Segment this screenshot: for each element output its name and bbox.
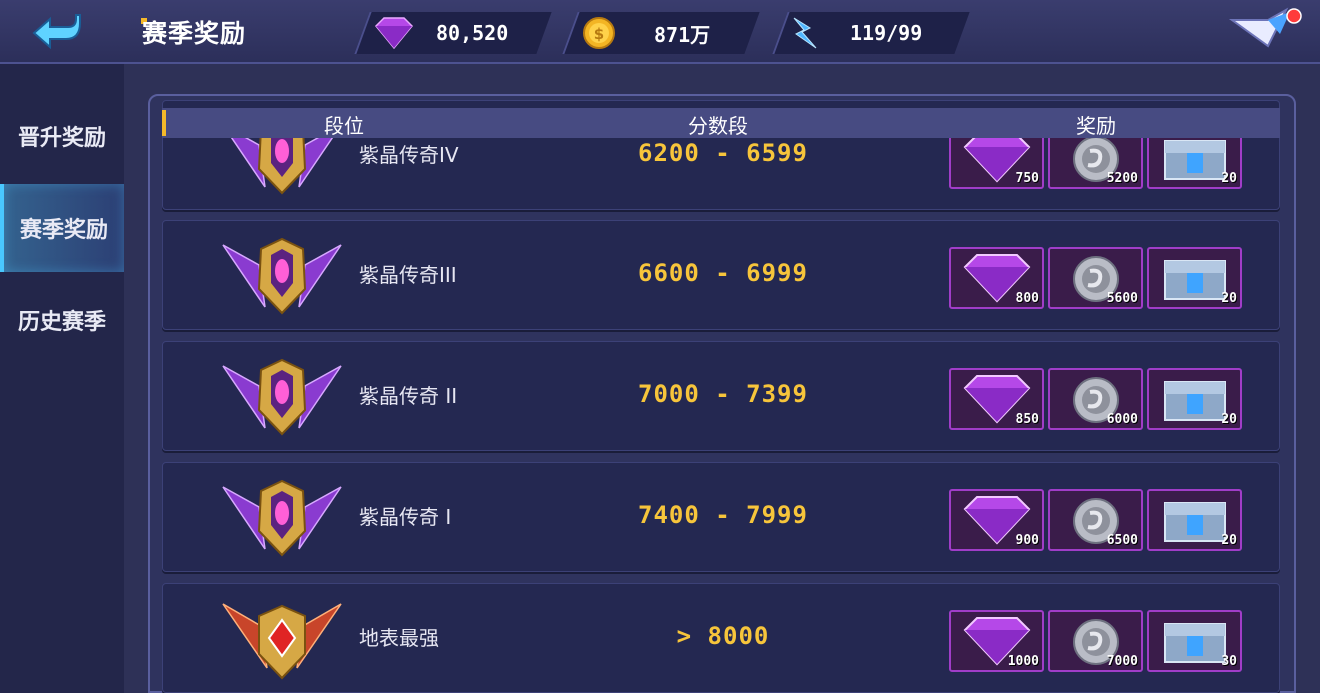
reward-count: 5200 [1106, 171, 1138, 186]
table-header: 段位 分数段 奖励 [162, 108, 1280, 138]
reward-diamond[interactable]: 800 [949, 247, 1044, 309]
column-header-rewards: 奖励 [1076, 114, 1116, 138]
reward-count: 1000 [1007, 654, 1039, 669]
gold-count: 871万 [654, 22, 711, 47]
svg-text:$: $ [594, 25, 604, 43]
sidebar-item-history-seasons[interactable]: 历史赛季 [0, 276, 124, 364]
reward-count: 20 [1221, 533, 1237, 548]
reward-chest[interactable]: 20 [1147, 247, 1242, 309]
score-range: 6600 - 6999 [638, 259, 808, 287]
reward-diamond[interactable]: 850 [949, 368, 1044, 430]
reward-count: 20 [1221, 171, 1237, 186]
score-range: > 8000 [676, 622, 770, 650]
reward-silver-coin[interactable]: 6000 [1048, 368, 1143, 430]
rank-name: 地表最强 [359, 626, 439, 650]
reward-count: 750 [1015, 171, 1039, 186]
gold-resource[interactable]: $ 871万 [582, 12, 752, 54]
gold-coin-icon: $ [583, 17, 615, 49]
reward-silver-coin[interactable]: 7000 [1048, 610, 1143, 672]
amethyst-legend-badge-icon [222, 237, 342, 315]
reward-chest[interactable]: 20 [1147, 368, 1242, 430]
table-row: 紫晶传奇 I 7400 - 7999 900 6500 20 [162, 462, 1280, 572]
amethyst-legend-badge-icon [222, 358, 342, 436]
reward-silver-coin[interactable]: 6500 [1048, 489, 1143, 551]
reward-count: 850 [1015, 412, 1039, 427]
reward-count: 6000 [1106, 412, 1138, 427]
sidebar-item-season-rewards[interactable]: 赛季奖励 [0, 184, 124, 272]
page-title: 赛季奖励 [142, 19, 247, 48]
rank-name: 紫晶传奇IV [359, 143, 459, 167]
top-bar: 赛季奖励 80,520 $ 871万 119/99 [0, 0, 1320, 64]
reward-silver-coin[interactable]: 5600 [1048, 247, 1143, 309]
mail-button[interactable] [1228, 4, 1308, 60]
reward-diamond[interactable]: 1000 [949, 610, 1044, 672]
notification-dot [1286, 8, 1302, 24]
energy-icon [793, 17, 817, 49]
reward-count: 7000 [1106, 654, 1138, 669]
mail-check-icon [1228, 7, 1302, 48]
score-range: 7000 - 7399 [638, 380, 808, 408]
sidebar: 晋升奖励 赛季奖励 历史赛季 [0, 64, 124, 693]
diamond-count: 80,520 [436, 21, 509, 45]
reward-count: 6500 [1106, 533, 1138, 548]
amethyst-legend-badge-icon [222, 479, 342, 557]
header-marker [162, 110, 166, 136]
reward-count: 5600 [1106, 291, 1138, 306]
table-row: 地表最强 > 8000 1000 7000 30 [162, 583, 1280, 693]
strongest-badge-icon [222, 603, 342, 680]
table-row: 紫晶传奇III 6600 - 6999 800 5600 20 [162, 220, 1280, 330]
diamond-icon [374, 17, 414, 50]
back-arrow-icon [32, 14, 81, 50]
reward-diamond[interactable]: 900 [949, 489, 1044, 551]
column-header-score-range: 分数段 [688, 114, 748, 138]
reward-count: 900 [1015, 533, 1039, 548]
reward-chest[interactable]: 20 [1147, 489, 1242, 551]
reward-count: 20 [1221, 291, 1237, 306]
energy-resource[interactable]: 119/99 [788, 12, 958, 54]
table-row: 紫晶传奇 II 7000 - 7399 850 6000 20 [162, 341, 1280, 451]
reward-count: 800 [1015, 291, 1039, 306]
diamond-resource[interactable]: 80,520 [372, 12, 542, 54]
reward-count: 20 [1221, 412, 1237, 427]
rank-name: 紫晶传奇 II [359, 384, 458, 408]
sidebar-item-promotion-rewards[interactable]: 晋升奖励 [0, 92, 124, 180]
rank-name: 紫晶传奇 I [359, 505, 452, 529]
score-range: 7400 - 7999 [638, 501, 808, 529]
energy-count: 119/99 [850, 21, 923, 45]
column-header-rank: 段位 [324, 114, 364, 138]
reward-count: 30 [1221, 654, 1237, 669]
reward-chest[interactable]: 30 [1147, 610, 1242, 672]
score-range: 6200 - 6599 [638, 139, 808, 167]
rank-name: 紫晶传奇III [359, 263, 457, 287]
back-button[interactable] [22, 6, 86, 56]
